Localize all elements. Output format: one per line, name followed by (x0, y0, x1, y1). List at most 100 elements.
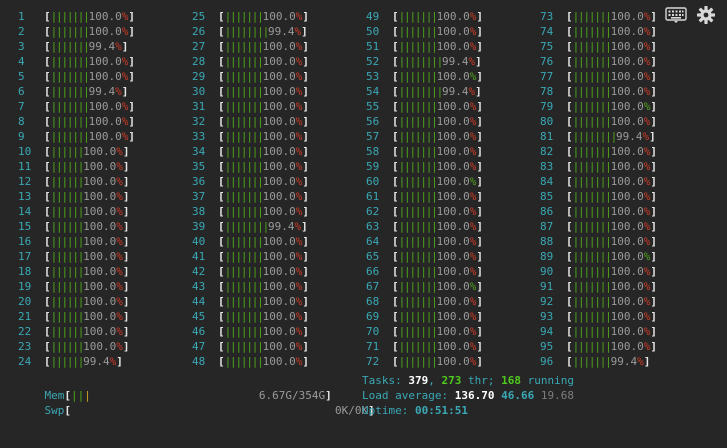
bracket-open: [ (566, 145, 573, 158)
bracket-close: ] (122, 280, 130, 293)
cpu-meter: 25 [||||||| 100.0%] (192, 9, 366, 24)
cpu-percent-sign: % (643, 25, 651, 38)
cpu-percent: 100.0% (611, 294, 651, 309)
cpu-percent-sign: % (643, 40, 651, 53)
cpu-percent: 100.0% (83, 234, 123, 249)
cpu-meter: 21 [|||||| 100.0%] (18, 309, 192, 324)
bracket-close: ] (302, 280, 309, 293)
cpu-percent-sign: % (116, 325, 123, 338)
cpu-usage-bar: ||||||| (398, 280, 438, 293)
cpu-row: 12[|||||| 100.0%] 36[||||||| 100.0%] 60[||||… (0, 174, 727, 189)
bracket-open: [ (44, 145, 51, 158)
cpu-usage-bar: ||||||| (572, 10, 612, 23)
cpu-usage-bar: ||||||| (224, 160, 264, 173)
cpu-usage-bar: ||||||| (398, 340, 438, 353)
cpu-meter: 62 [||||||| 100.0%] (366, 204, 540, 219)
cpu-percent-sign: % (295, 10, 303, 23)
cpu-percent-sign: % (294, 220, 302, 233)
cpu-percent-sign: % (116, 250, 123, 263)
cpu-percent-sign: % (643, 310, 651, 323)
cpu-percent-value: 100.0 (88, 55, 122, 68)
cpu-percent-sign: % (469, 175, 477, 188)
bracket-open: [ (44, 55, 51, 68)
cpu-meter: 20 [|||||| 100.0%] (18, 294, 192, 309)
cpu-usage-bar: |||||||| (224, 220, 270, 233)
bracket-close: ] (650, 295, 657, 308)
cpu-meter: 70 [||||||| 100.0%] (366, 324, 540, 339)
cpu-row: 22[|||||| 100.0%] 46[||||||| 100.0%] 70[||||… (0, 324, 727, 339)
cpu-usage-bar: ||||||| (572, 145, 612, 158)
cpu-percent-value: 100.0 (262, 70, 296, 83)
cpu-row: 24[|||||| 99.4%] 48[||||||| 100.0%] 72[|||||… (0, 354, 727, 369)
cpu-percent: 99.4% (611, 354, 644, 369)
cpu-percent: 100.0% (611, 69, 651, 84)
cpu-usage-bar: |||||||| (398, 85, 444, 98)
cpu-percent-value: 100.0 (262, 55, 296, 68)
cpu-meter: 23 [|||||| 100.0%] (18, 339, 192, 354)
bracket-open: [ (392, 175, 399, 188)
cpu-meter: 95 [||||||| 100.0%] (540, 339, 714, 354)
cpu-number: 64 (366, 235, 380, 248)
bracket-open: [ (566, 115, 573, 128)
cpu-percent: 100.0% (437, 219, 477, 234)
cpu-percent-value: 100.0 (436, 310, 470, 323)
cpu-number: 71 (366, 340, 380, 353)
cpu-percent: 100.0% (263, 54, 303, 69)
cpu-percent: 100.0% (89, 114, 129, 129)
bracket-open: [ (566, 220, 573, 233)
cpu-meter: 8 [||||||| 100.0%] (18, 114, 192, 129)
bracket-close: ] (649, 130, 656, 143)
cpu-meter: 33 [||||||| 100.0%] (192, 129, 366, 144)
cpu-percent: 100.0% (83, 159, 123, 174)
cpu-percent-sign: % (643, 235, 651, 248)
bracket-close: ] (302, 160, 309, 173)
cpu-meter: 80 [||||||| 100.0%] (540, 114, 714, 129)
cpu-percent-value: 100.0 (610, 235, 644, 248)
bracket-close: ] (122, 325, 130, 338)
cpu-percent-sign: % (295, 310, 303, 323)
cpu-row: 13[|||||| 100.0%] 37[||||||| 100.0%] 61[||||… (0, 189, 727, 204)
cpu-usage-bar: ||||||| (572, 280, 612, 293)
bracket-open: [ (218, 160, 225, 173)
bracket-close: ] (476, 25, 483, 38)
bracket-close: ] (476, 70, 483, 83)
cpu-percent: 99.4% (89, 84, 122, 99)
bracket-open: [ (218, 115, 225, 128)
cpu-percent-sign: % (469, 25, 477, 38)
cpu-number: 10 (18, 145, 32, 158)
cpu-meter: 90 [||||||| 100.0%] (540, 264, 714, 279)
cpu-percent-value: 100.0 (436, 25, 470, 38)
cpu-percent: 100.0% (611, 324, 651, 339)
cpu-meter: 35 [||||||| 100.0%] (192, 159, 366, 174)
bracket-open: [ (218, 340, 225, 353)
cpu-row: 8[||||||| 100.0%] 32[||||||| 100.0%] 56[||||… (0, 114, 727, 129)
cpu-percent-value: 100.0 (610, 220, 644, 233)
bracket-close: ] (650, 175, 657, 188)
bracket-close: ] (302, 10, 309, 23)
bracket-open: [ (566, 130, 573, 143)
bracket-open: [ (392, 280, 399, 293)
cpu-percent: 100.0% (437, 174, 477, 189)
cpu-percent-sign: % (116, 145, 123, 158)
cpu-percent-sign: % (116, 295, 123, 308)
bracket-close: ] (476, 265, 483, 278)
cpu-percent-sign: % (469, 340, 477, 353)
cpu-usage-bar: |||||||| (572, 130, 618, 143)
cpu-number: 20 (18, 295, 32, 308)
bracket-open: [ (566, 175, 573, 188)
cpu-usage-bar: ||||||| (572, 205, 612, 218)
cpu-percent-sign: % (115, 40, 122, 53)
cpu-percent-value: 100.0 (436, 145, 470, 158)
cpu-usage-bar: ||||||| (398, 100, 438, 113)
bracket-open: [ (218, 55, 225, 68)
cpu-percent: 100.0% (437, 189, 477, 204)
cpu-number: 43 (192, 280, 206, 293)
cpu-number: 30 (192, 85, 206, 98)
cpu-percent-value: 100.0 (262, 100, 296, 113)
bracket-open: [ (44, 280, 51, 293)
bracket-open: [ (392, 25, 399, 38)
cpu-percent-sign: % (295, 55, 303, 68)
cpu-meter: 16 [|||||| 100.0%] (18, 234, 192, 249)
cpu-percent: 100.0% (437, 339, 477, 354)
cpu-number: 80 (540, 115, 554, 128)
